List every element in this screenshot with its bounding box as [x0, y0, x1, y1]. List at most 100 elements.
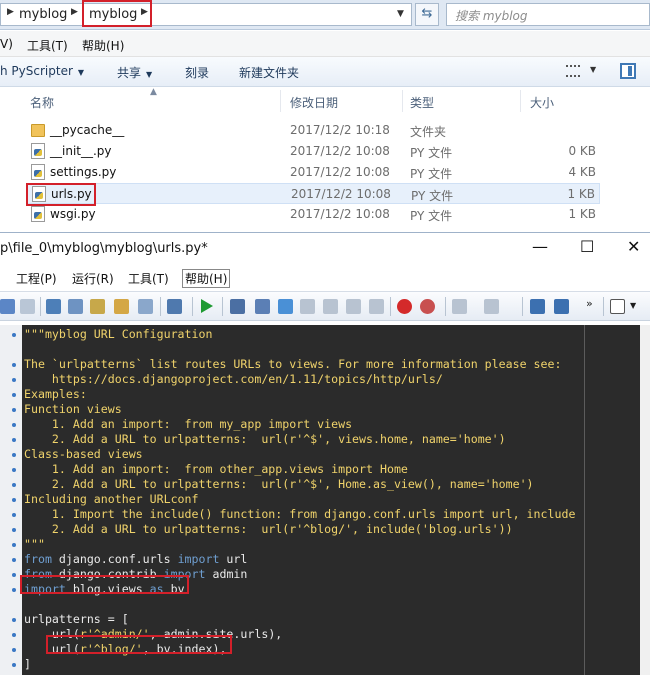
menu-help[interactable]: 帮助(H) [182, 269, 231, 288]
stop-icon[interactable] [369, 299, 384, 314]
indent-icon[interactable] [530, 299, 545, 314]
step-into-icon[interactable] [278, 299, 293, 314]
replace-icon[interactable] [90, 299, 105, 314]
new-folder-button[interactable]: 新建文件夹 [239, 64, 299, 81]
pause-icon[interactable] [346, 299, 361, 314]
column-divider[interactable] [402, 90, 403, 112]
editor-gutter[interactable] [0, 325, 22, 675]
preview-pane-icon[interactable] [620, 63, 636, 79]
column-divider[interactable] [280, 90, 281, 112]
command-bar: h PyScripter ▼ 共享 ▼ 刻录 新建文件夹 ▼ [0, 57, 650, 87]
chevron-right-icon[interactable]: ▶ [71, 7, 78, 17]
file-type: PY 文件 [410, 146, 453, 160]
file-row[interactable]: __pycache__ 2017/12/2 10:18 文件夹 [26, 120, 600, 141]
view-options-icon[interactable] [566, 65, 580, 77]
window-title: p\file_0\myblog\myblog\urls.py* [0, 241, 208, 256]
line-marker [12, 483, 16, 487]
code-line[interactable]: 1. Add an import: from other_app.views i… [24, 462, 408, 477]
find-icon[interactable] [46, 299, 61, 314]
redo-icon[interactable] [20, 299, 35, 314]
menu-help[interactable]: 帮助(H) [82, 37, 124, 54]
code-line[interactable]: """ [24, 537, 45, 552]
line-marker [12, 498, 16, 502]
clear-breakpoints-icon[interactable] [420, 299, 435, 314]
menu-project[interactable]: 工程(P) [16, 270, 57, 287]
run-to-cursor-icon[interactable] [255, 299, 270, 314]
code-line[interactable]: urlpatterns = [ [24, 612, 129, 627]
menu-view[interactable]: V) [0, 37, 13, 51]
chevron-down-icon[interactable]: ▼ [630, 301, 636, 310]
code-line[interactable]: The `urlpatterns` list routes URLs to vi… [24, 357, 561, 372]
code-line[interactable]: ] [24, 657, 31, 672]
code-editor[interactable]: """myblog URL Configuration The `urlpatte… [0, 325, 640, 675]
scrollbar[interactable] [640, 325, 650, 675]
forward-icon[interactable] [484, 299, 499, 314]
chevron-right-icon[interactable]: ▶ [7, 7, 14, 17]
file-row[interactable]: __init__.py 2017/12/2 10:08 PY 文件 0 KB [26, 141, 600, 162]
dedent-icon[interactable] [554, 299, 569, 314]
code-line[interactable]: 2. Add a URL to urlpatterns: url(r'^$', … [24, 477, 534, 492]
refresh-button[interactable]: ⇆ [415, 3, 439, 26]
toggle-view-icon[interactable] [138, 299, 153, 314]
open-with-button[interactable]: h PyScripter ▼ [0, 64, 84, 78]
code-line[interactable]: 2. Add a URL to urlpatterns: url(r'^blog… [24, 522, 513, 537]
column-header-type[interactable]: 类型 [410, 94, 434, 111]
column-header-date[interactable]: 修改日期 [290, 94, 338, 111]
address-bar-row: ▶ myblog ▶ myblog ▶ ▼ ⇆ 搜索 myblog [0, 0, 650, 30]
code-line[interactable]: """myblog URL Configuration [24, 327, 212, 342]
file-row-selected[interactable]: urls.py 2017/12/2 10:08 PY 文件 1 KB [26, 183, 600, 204]
go-to-line-icon[interactable] [114, 299, 129, 314]
share-button[interactable]: 共享 ▼ [117, 64, 152, 81]
code-line[interactable]: 1. Add an import: from my_app import vie… [24, 417, 352, 432]
column-header-name[interactable]: 名称 [30, 94, 54, 111]
file-row[interactable]: settings.py 2017/12/2 10:08 PY 文件 4 KB [26, 162, 600, 183]
title-bar[interactable]: p\file_0\myblog\myblog\urls.py* — ☐ ✕ [0, 233, 650, 265]
right-margin-line [584, 325, 585, 675]
code-token: admin [205, 567, 248, 581]
syntax-check-icon[interactable] [167, 299, 182, 314]
line-marker [12, 438, 16, 442]
toolbar-divider [192, 297, 193, 316]
step-out-icon[interactable] [323, 299, 338, 314]
back-icon[interactable] [452, 299, 467, 314]
search-input[interactable]: 搜索 myblog [446, 3, 650, 26]
column-divider[interactable] [520, 90, 521, 112]
run-icon[interactable] [201, 299, 213, 313]
find-next-icon[interactable] [68, 299, 83, 314]
line-marker [12, 513, 16, 517]
line-marker [12, 648, 16, 652]
undo-icon[interactable] [0, 299, 15, 314]
overflow-chevron-icon[interactable]: » [586, 297, 593, 310]
file-date: 2017/12/2 10:08 [291, 187, 391, 201]
menu-tools[interactable]: 工具(T) [27, 37, 68, 54]
code-token: from [24, 552, 52, 566]
address-bar[interactable]: ▶ myblog ▶ myblog ▶ ▼ [0, 3, 412, 26]
sort-caret-icon: ▲ [150, 87, 157, 97]
code-line[interactable]: Function views [24, 402, 122, 417]
step-over-icon[interactable] [300, 299, 315, 314]
debug-icon[interactable] [230, 299, 245, 314]
burn-button[interactable]: 刻录 [185, 64, 209, 81]
chevron-down-icon[interactable]: ▼ [590, 65, 596, 74]
line-marker [12, 378, 16, 382]
code-line[interactable]: https://docs.djangoproject.com/en/1.11/t… [24, 372, 443, 387]
minimize-button[interactable]: — [532, 237, 548, 256]
breakpoint-icon[interactable] [397, 299, 412, 314]
code-line[interactable]: Examples: [24, 387, 87, 402]
maximize-button[interactable]: ☐ [580, 237, 594, 256]
code-line[interactable]: Including another URLconf [24, 492, 199, 507]
file-row[interactable]: wsgi.py 2017/12/2 10:08 PY 文件 1 KB [26, 204, 600, 225]
code-line[interactable]: 2. Add a URL to urlpatterns: url(r'^$', … [24, 432, 506, 447]
chevron-down-icon[interactable]: ▼ [397, 9, 404, 19]
menu-tools[interactable]: 工具(T) [128, 270, 169, 287]
layout-icon[interactable] [610, 299, 625, 314]
file-size: 0 KB [568, 144, 596, 158]
code-line[interactable]: 1. Import the include() function: from d… [24, 507, 576, 522]
toolbar-divider [160, 297, 161, 316]
breadcrumb-item[interactable]: myblog [19, 7, 67, 22]
menu-run[interactable]: 运行(R) [72, 270, 114, 287]
column-header-size[interactable]: 大小 [530, 94, 554, 111]
code-line[interactable]: Class-based views [24, 447, 143, 462]
close-button[interactable]: ✕ [627, 237, 640, 256]
code-line[interactable]: from django.conf.urls import url [24, 552, 247, 567]
